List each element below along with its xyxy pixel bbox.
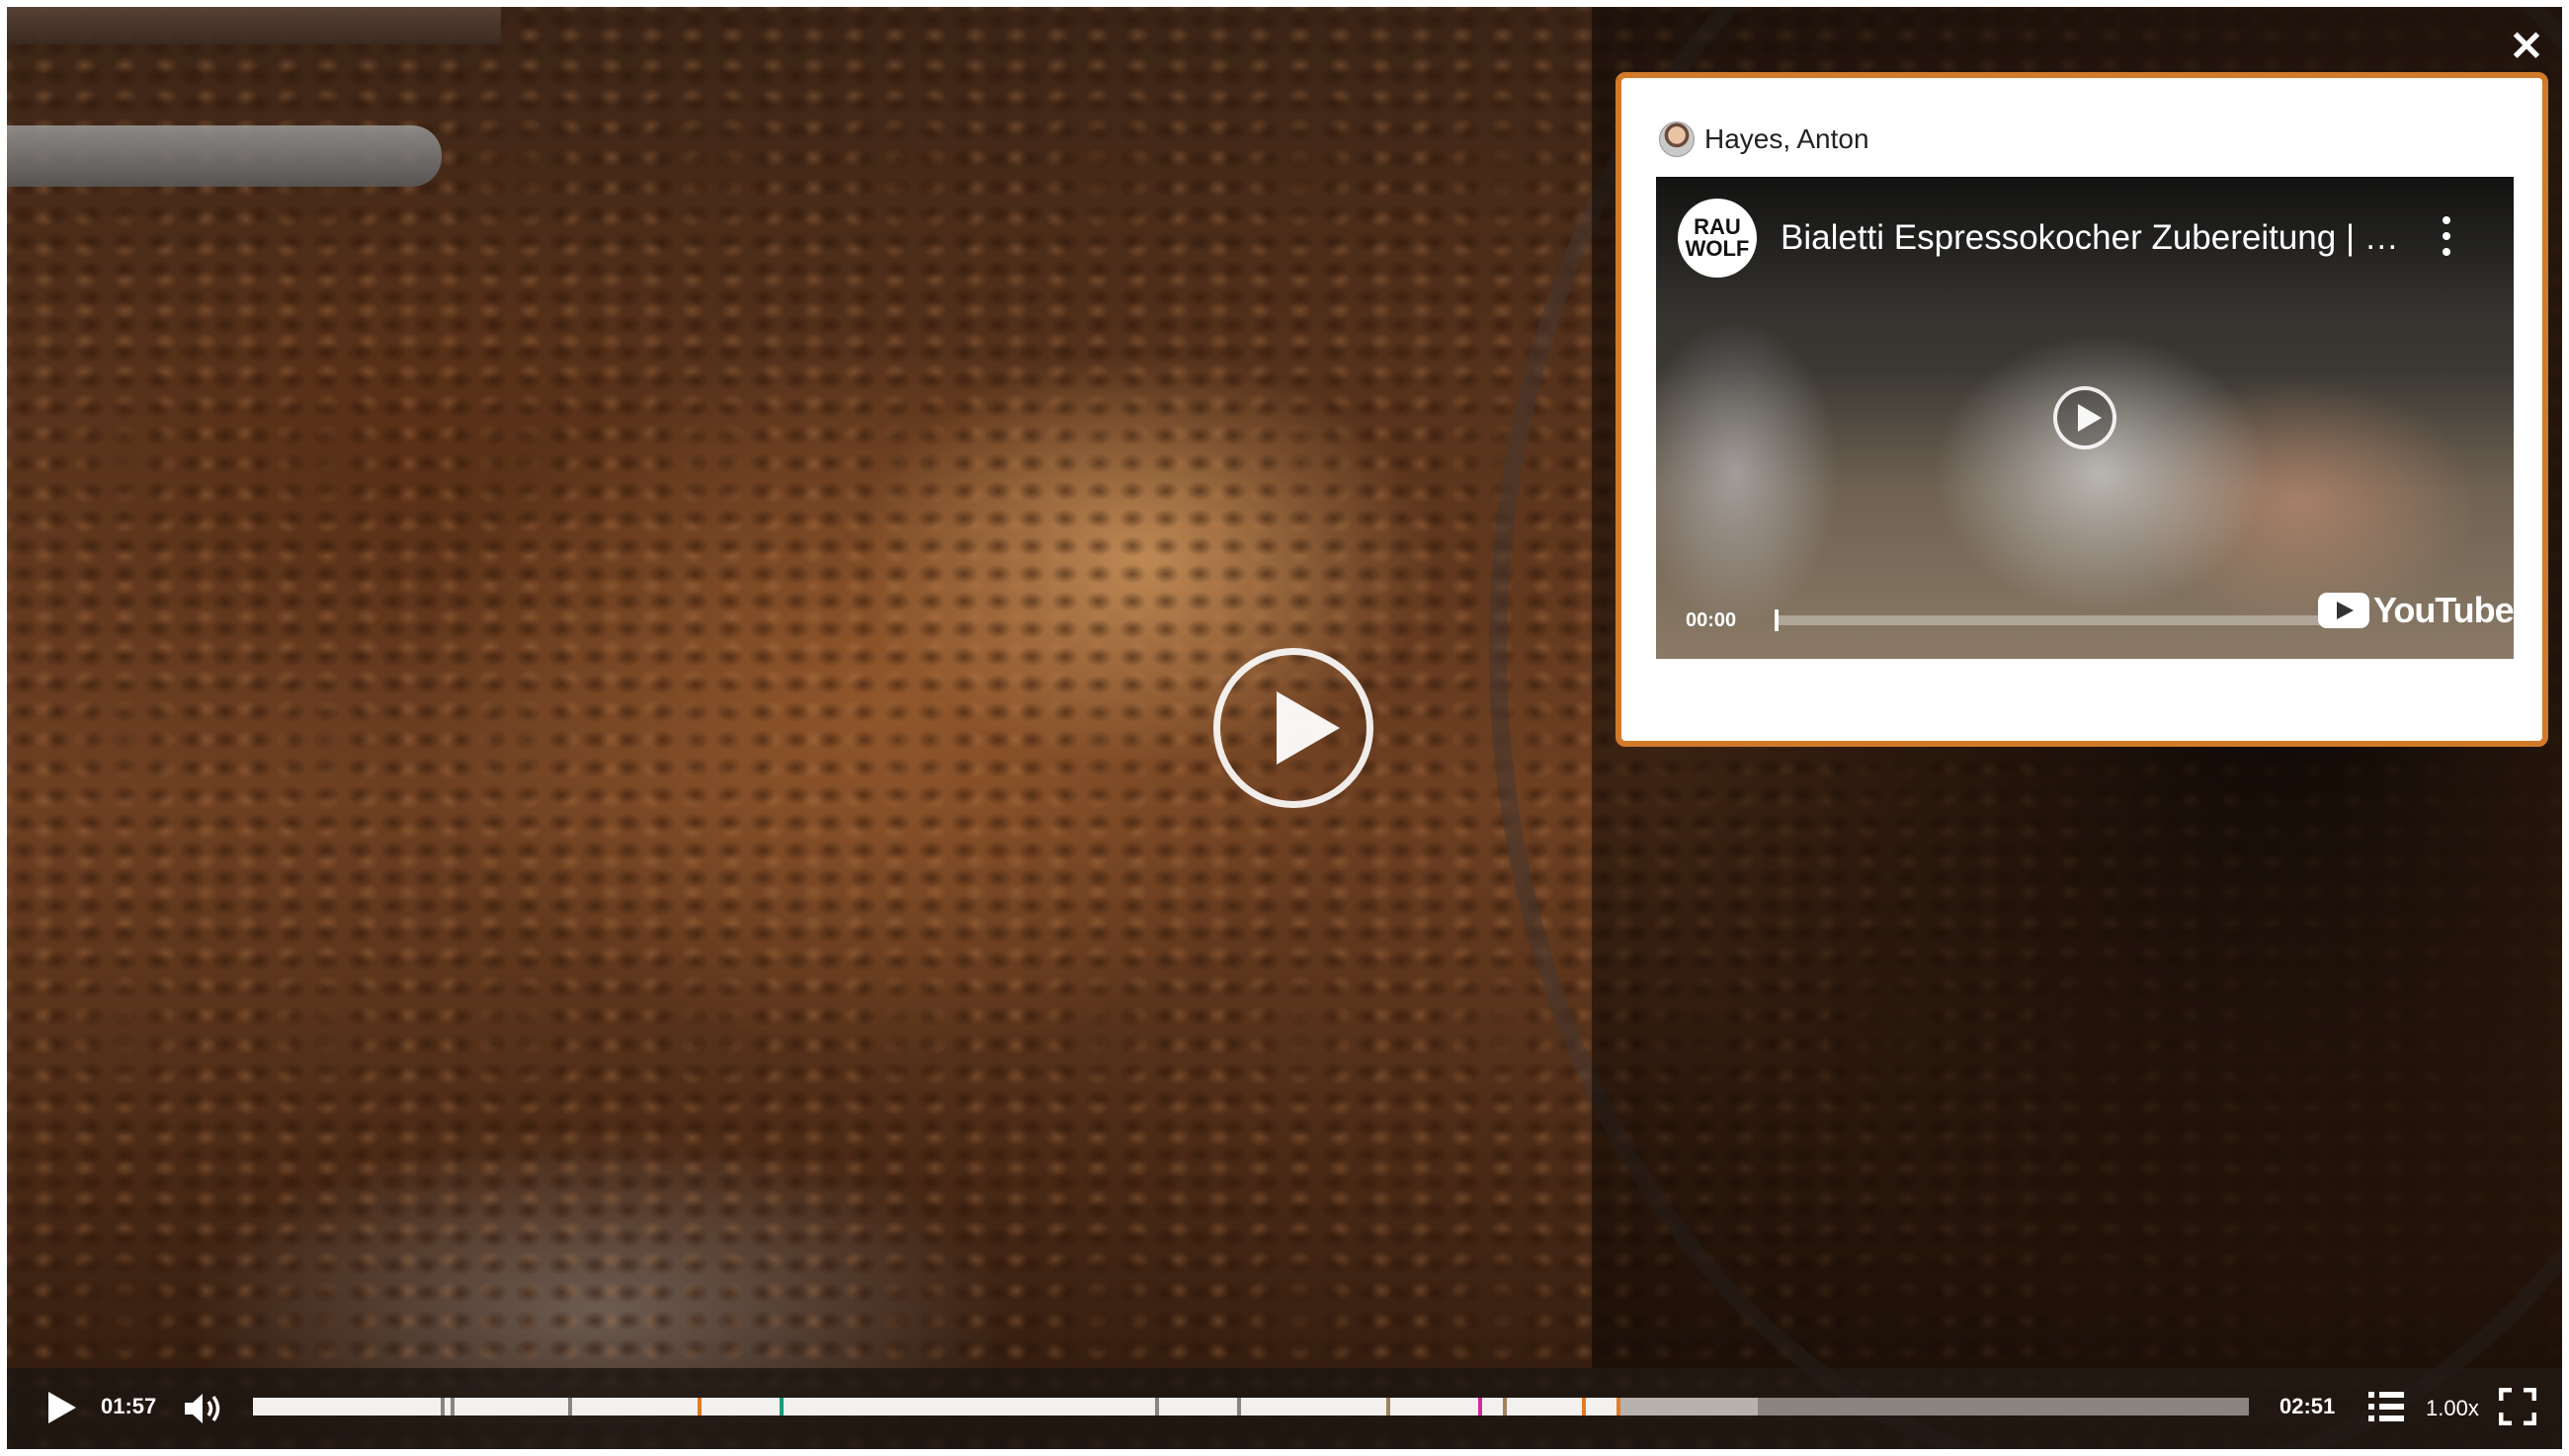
close-icon[interactable]: ✕ bbox=[2507, 26, 2546, 67]
youtube-video-title[interactable]: Bialetti Espressokocher Zubereitung | Ra… bbox=[1781, 218, 2413, 258]
chapter-marker[interactable] bbox=[1386, 1398, 1391, 1416]
youtube-logo[interactable]: YouTube bbox=[2318, 590, 2514, 631]
author: Hayes, Anton bbox=[1659, 120, 1869, 159]
timeline-scrubber[interactable] bbox=[253, 1398, 2249, 1416]
chapter-marker[interactable] bbox=[1502, 1398, 1507, 1416]
youtube-logo-icon bbox=[2318, 593, 2369, 628]
chapter-marker[interactable] bbox=[1236, 1398, 1241, 1416]
youtube-play-button[interactable] bbox=[2053, 386, 2116, 449]
volume-icon[interactable] bbox=[183, 1390, 226, 1427]
play-icon[interactable] bbox=[44, 1390, 76, 1425]
chapter-marker[interactable] bbox=[1478, 1398, 1483, 1416]
chapter-marker[interactable] bbox=[780, 1398, 785, 1416]
control-bar: 01:57 02:51 1.00x bbox=[7, 1368, 2562, 1449]
channel-logo[interactable]: RAU WOLF bbox=[1678, 199, 1757, 278]
list-icon[interactable] bbox=[2368, 1390, 2404, 1423]
video-player[interactable]: ✕ Hayes, Anton RAU WOLF Bialetti Espress… bbox=[7, 7, 2562, 1449]
chapter-marker[interactable] bbox=[450, 1398, 455, 1416]
author-name: Hayes, Anton bbox=[1704, 123, 1869, 154]
timeline-played bbox=[253, 1398, 1618, 1416]
channel-logo-line2: WOLF bbox=[1685, 236, 1750, 261]
avatar bbox=[1659, 121, 1695, 157]
current-time: 01:57 bbox=[101, 1394, 157, 1418]
youtube-time: 00:00 bbox=[1686, 609, 1737, 631]
chapter-marker[interactable] bbox=[1155, 1398, 1160, 1416]
chapter-marker[interactable] bbox=[1582, 1398, 1587, 1416]
center-play-button[interactable] bbox=[1213, 648, 1373, 808]
fullscreen-icon[interactable] bbox=[2498, 1387, 2537, 1426]
popup-card: Hayes, Anton RAU WOLF Bialetti Espressok… bbox=[1616, 72, 2548, 747]
roaster-frame bbox=[7, 7, 501, 44]
youtube-logo-text: YouTube bbox=[2373, 590, 2514, 630]
youtube-progress-knob[interactable] bbox=[1775, 609, 1779, 631]
youtube-embed[interactable]: RAU WOLF Bialetti Espressokocher Zuberei… bbox=[1656, 177, 2514, 659]
playback-speed[interactable]: 1.00x bbox=[2426, 1396, 2479, 1421]
channel-logo-line1: RAU bbox=[1694, 214, 1741, 239]
more-vertical-icon[interactable] bbox=[2437, 216, 2456, 256]
youtube-progress-bar[interactable] bbox=[1775, 609, 2328, 631]
duration: 02:51 bbox=[2279, 1394, 2336, 1418]
chapter-marker[interactable] bbox=[440, 1398, 445, 1416]
chapter-marker[interactable] bbox=[568, 1398, 573, 1416]
roaster-arm bbox=[7, 125, 442, 187]
chapter-marker[interactable] bbox=[1887, 1398, 1892, 1416]
chapter-marker[interactable] bbox=[1616, 1398, 1620, 1416]
chapter-marker[interactable] bbox=[698, 1398, 703, 1416]
